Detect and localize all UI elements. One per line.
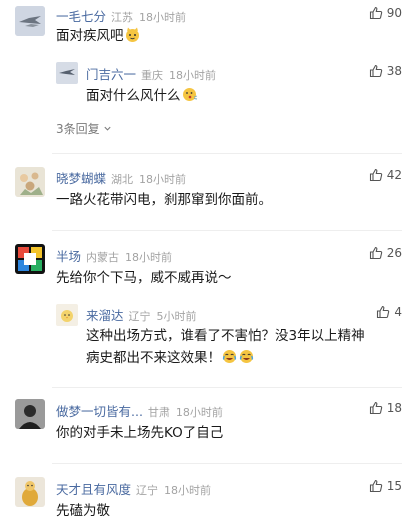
timestamp: 18小时前: [164, 484, 212, 497]
username[interactable]: 来溜达: [86, 308, 124, 323]
username[interactable]: 天才且有风度: [56, 482, 131, 497]
reply-text: 这种出场方式，谁看了不害怕？没3年以上精神 病史都出不来这效果！: [86, 325, 406, 372]
comment-header: 一毛七分 江苏 18小时前: [56, 6, 186, 25]
comment-text: 你的对手未上场先KO了自己: [56, 425, 224, 441]
like-button[interactable]: 15: [369, 479, 402, 493]
avatar[interactable]: [15, 244, 45, 274]
reply-avatar[interactable]: [56, 62, 78, 84]
thumbs-up-icon: [377, 305, 390, 319]
divider: [52, 463, 402, 464]
location: 湖北: [111, 173, 134, 186]
location: 甘肃: [147, 406, 170, 419]
like-button[interactable]: 26: [369, 246, 402, 260]
comment-item: 晓梦蝴蝶 湖北 18小时前 42 一路火花带闪电，刹那窜到你面前。: [0, 160, 420, 230]
thumbs-up-icon: [369, 401, 382, 415]
username[interactable]: 一毛七分: [56, 9, 106, 24]
comment-item: 做梦一切皆有... 甘肃 18小时前 18 你的对手未上场先KO了自己: [0, 393, 420, 463]
reply-header: 门吉六一 重庆 18小时前: [86, 64, 216, 83]
timestamp: 5小时前: [156, 310, 197, 323]
reply-text: 面对什么风什么: [86, 85, 198, 110]
blowing-face-emoji: [181, 86, 198, 110]
like-count: 90: [386, 6, 402, 20]
timestamp: 18小时前: [139, 11, 187, 24]
divider: [52, 387, 402, 388]
location: 内蒙古: [86, 251, 120, 264]
thumbs-up-icon: [369, 64, 382, 78]
crying-laughing-emoji: [238, 348, 255, 372]
blocks-avatar-icon: [15, 244, 45, 274]
comment-text: 先给你个下马，威不威再说～: [56, 270, 232, 286]
username[interactable]: 做梦一切皆有...: [56, 404, 143, 419]
like-count: 15: [386, 479, 402, 493]
like-button[interactable]: 38: [369, 64, 402, 78]
reply-avatar[interactable]: [56, 304, 78, 326]
like-button[interactable]: 18: [369, 401, 402, 415]
avatar[interactable]: [15, 167, 45, 197]
jet-avatar-icon: [15, 6, 45, 36]
thumbs-up-icon: [369, 168, 382, 182]
cat-face-emoji: [124, 26, 141, 50]
divider: [52, 153, 402, 154]
like-count: 4: [394, 305, 402, 319]
location: 辽宁: [136, 484, 159, 497]
timestamp: 18小时前: [139, 173, 187, 186]
like-button[interactable]: 42: [369, 168, 402, 182]
like-button[interactable]: 4: [376, 305, 402, 319]
username[interactable]: 半场: [56, 249, 81, 264]
comment-item: 半场 内蒙古 18小时前 26 先给你个下马，威不威再说～ 来溜达 辽宁 5小时前 4 …: [0, 236, 420, 381]
username[interactable]: 门吉六一: [86, 67, 136, 82]
location: 辽宁: [128, 310, 151, 323]
like-count: 26: [386, 246, 402, 260]
comment-item: 天才且有风度 辽宁 18小时前 15 先磕为敬: [0, 469, 420, 530]
timestamp: 18小时前: [125, 251, 173, 264]
timestamp: 18小时前: [175, 406, 223, 419]
avatar[interactable]: [15, 477, 45, 507]
comment-text: 先磕为敬: [56, 503, 110, 519]
comment-header: 天才且有风度 辽宁 18小时前: [56, 479, 211, 498]
like-count: 42: [386, 168, 402, 182]
avatar[interactable]: [15, 6, 45, 36]
thumbs-up-icon: [369, 479, 382, 493]
more-replies-link[interactable]: 3条回复: [56, 120, 112, 137]
location: 重庆: [141, 69, 164, 82]
username[interactable]: 晓梦蝴蝶: [56, 171, 106, 186]
like-count: 38: [386, 64, 402, 78]
reply-header: 来溜达 辽宁 5小时前: [86, 305, 197, 324]
location: 江苏: [111, 11, 134, 24]
like-count: 18: [386, 401, 402, 415]
chick-avatar-icon: [56, 304, 78, 326]
timestamp: 18小时前: [169, 69, 217, 82]
comment-header: 做梦一切皆有... 甘肃 18小时前: [56, 401, 223, 420]
figure-avatar-icon: [15, 477, 45, 507]
thumbs-up-icon: [369, 246, 382, 260]
thumbs-up-icon: [369, 6, 382, 20]
comment-item: 一毛七分 江苏 18小时前 90 面对疾风吧 门吉六一 重庆 18小时前 38 面对什么…: [0, 0, 420, 150]
flowers-avatar-icon: [15, 167, 45, 197]
comment-header: 半场 内蒙古 18小时前: [56, 246, 172, 265]
chevron-down-icon: [104, 126, 111, 131]
like-button[interactable]: 90: [369, 6, 402, 20]
divider: [52, 230, 402, 231]
person-avatar-icon: [15, 399, 45, 429]
crying-laughing-emoji: [221, 348, 238, 372]
comment-header: 晓梦蝴蝶 湖北 18小时前: [56, 168, 186, 187]
comment-text: 一路火花带闪电，刹那窜到你面前。: [56, 192, 272, 208]
comment-text: 面对疾风吧: [56, 25, 141, 50]
jet-avatar-icon: [56, 62, 78, 84]
avatar[interactable]: [15, 399, 45, 429]
